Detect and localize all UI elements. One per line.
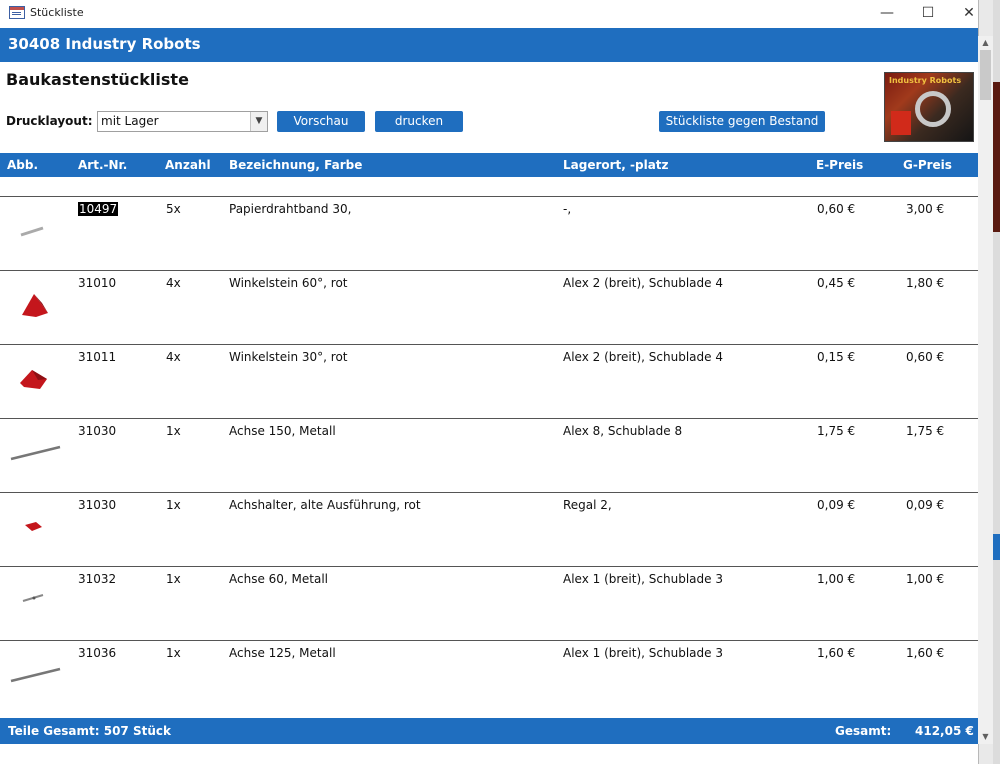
anzahl: 1x: [166, 572, 181, 586]
background-window-bar: [993, 534, 1000, 560]
gesamt-value: 412,05 €: [915, 724, 974, 738]
kit-box-image: Industry Robots: [884, 72, 974, 142]
art-nr: 31010: [78, 276, 117, 290]
stueckliste-window: Stückliste — ☐ ✕ 30408 Industry Robots B…: [0, 0, 979, 764]
anzahl: 1x: [166, 498, 181, 512]
red-wedge-icon: [22, 294, 48, 317]
col-lagerort: Lagerort, -platz: [563, 158, 669, 172]
vorschau-button[interactable]: Vorschau: [277, 111, 365, 132]
table-row[interactable]: 31011 4x Winkelstein 30°, rot Alex 2 (br…: [0, 344, 978, 418]
selected-text: 10497: [78, 202, 119, 216]
short-axle-icon: [22, 594, 44, 602]
table-row[interactable]: 31032 1x Achse 60, Metall Alex 1 (breit)…: [0, 566, 978, 640]
scrollbar-thumb[interactable]: [980, 50, 991, 100]
lagerort: -,: [563, 202, 572, 216]
drucken-button[interactable]: drucken: [375, 111, 463, 132]
e-preis: 0,45 €: [817, 276, 856, 290]
chevron-down-icon[interactable]: ▼: [250, 112, 267, 131]
table-row[interactable]: 31010 4x Winkelstein 60°, rot Alex 2 (br…: [0, 270, 978, 344]
kit-box-text: Industry Robots: [889, 76, 962, 85]
page-title: Baukastenstückliste: [6, 70, 189, 89]
window-title: Stückliste: [30, 6, 84, 19]
drucklayout-select[interactable]: mit Lager ▼: [97, 111, 268, 132]
background-window-image: [993, 82, 1000, 232]
table-row[interactable]: 10497 5x Papierdrahtband 30, -, 0,60 € 3…: [0, 196, 978, 270]
g-preis: 1,60 €: [906, 646, 945, 660]
bezeichnung: Papierdrahtband 30,: [229, 202, 352, 216]
e-preis: 0,09 €: [817, 498, 856, 512]
wire-strip-icon: [20, 226, 44, 237]
bezeichnung: Winkelstein 30°, rot: [229, 350, 348, 364]
e-preis: 0,15 €: [817, 350, 856, 364]
anzahl: 4x: [166, 276, 181, 290]
parts-list: 10497 5x Papierdrahtband 30, -, 0,60 € 3…: [0, 196, 978, 716]
table-row[interactable]: 31036 1x Achse 125, Metall Alex 1 (breit…: [0, 640, 978, 714]
axle-icon: [10, 667, 61, 683]
art-nr[interactable]: 10497: [78, 202, 119, 216]
bezeichnung: Achshalter, alte Ausführung, rot: [229, 498, 421, 512]
robot-part-icon: [891, 111, 911, 135]
vertical-scrollbar[interactable]: ▲ ▼: [978, 36, 993, 744]
bezeichnung: Achse 125, Metall: [229, 646, 336, 660]
lagerort: Regal 2,: [563, 498, 612, 512]
bezeichnung: Achse 150, Metall: [229, 424, 336, 438]
stueckliste-gegen-bestand-button[interactable]: Stückliste gegen Bestand: [659, 111, 825, 132]
lagerort: Alex 1 (breit), Schublade 3: [563, 646, 723, 660]
anzahl: 1x: [166, 424, 181, 438]
gesamt-label: Gesamt:: [835, 724, 892, 738]
table-row[interactable]: 31030 1x Achshalter, alte Ausführung, ro…: [0, 492, 978, 566]
red-holder-icon: [25, 522, 42, 531]
column-header: Abb. Art.-Nr. Anzahl Bezeichnung, Farbe …: [0, 153, 978, 177]
kit-title: 30408 Industry Robots: [8, 35, 201, 53]
lagerort: Alex 2 (breit), Schublade 4: [563, 350, 723, 364]
col-art-nr: Art.-Nr.: [78, 158, 128, 172]
lagerort: Alex 1 (breit), Schublade 3: [563, 572, 723, 586]
col-anzahl: Anzahl: [165, 158, 211, 172]
report-header: 30408 Industry Robots: [0, 28, 978, 62]
close-button[interactable]: ✕: [950, 2, 988, 24]
scroll-down-arrow-icon[interactable]: ▼: [978, 730, 993, 744]
red-wedge-icon: [20, 370, 47, 389]
g-preis: 0,09 €: [906, 498, 945, 512]
report-footer: Teile Gesamt: 507 Stück Gesamt: 412,05 €: [0, 718, 978, 744]
e-preis: 1,75 €: [817, 424, 856, 438]
col-abb: Abb.: [7, 158, 39, 172]
anzahl: 5x: [166, 202, 181, 216]
e-preis: 1,60 €: [817, 646, 856, 660]
col-e-preis: E-Preis: [816, 158, 864, 172]
bezeichnung: Achse 60, Metall: [229, 572, 329, 586]
e-preis: 0,60 €: [817, 202, 856, 216]
minimize-button[interactable]: —: [868, 2, 906, 24]
scroll-up-arrow-icon[interactable]: ▲: [978, 36, 993, 50]
anzahl: 4x: [166, 350, 181, 364]
g-preis: 0,60 €: [906, 350, 945, 364]
g-preis: 3,00 €: [906, 202, 945, 216]
art-nr: 31036: [78, 646, 117, 660]
drucklayout-label: Drucklayout:: [6, 114, 93, 128]
lagerort: Alex 8, Schublade 8: [563, 424, 683, 438]
form-icon: [9, 6, 25, 19]
bezeichnung: Winkelstein 60°, rot: [229, 276, 348, 290]
art-nr: 31030: [78, 424, 117, 438]
art-nr: 31032: [78, 572, 117, 586]
table-row[interactable]: 31030 1x Achse 150, Metall Alex 8, Schub…: [0, 418, 978, 492]
teile-gesamt: Teile Gesamt: 507 Stück: [8, 724, 171, 738]
maximize-button[interactable]: ☐: [909, 2, 947, 24]
e-preis: 1,00 €: [817, 572, 856, 586]
title-bar[interactable]: Stückliste — ☐ ✕: [0, 0, 978, 27]
art-nr: 31030: [78, 498, 117, 512]
gear-icon: [915, 91, 951, 127]
g-preis: 1,75 €: [906, 424, 945, 438]
g-preis: 1,80 €: [906, 276, 945, 290]
axle-icon: [10, 445, 61, 461]
col-g-preis: G-Preis: [903, 158, 952, 172]
art-nr: 31011: [78, 350, 117, 364]
drucklayout-value: mit Lager: [101, 114, 159, 128]
lagerort: Alex 2 (breit), Schublade 4: [563, 276, 723, 290]
g-preis: 1,00 €: [906, 572, 945, 586]
col-bezeichnung: Bezeichnung, Farbe: [229, 158, 363, 172]
anzahl: 1x: [166, 646, 181, 660]
